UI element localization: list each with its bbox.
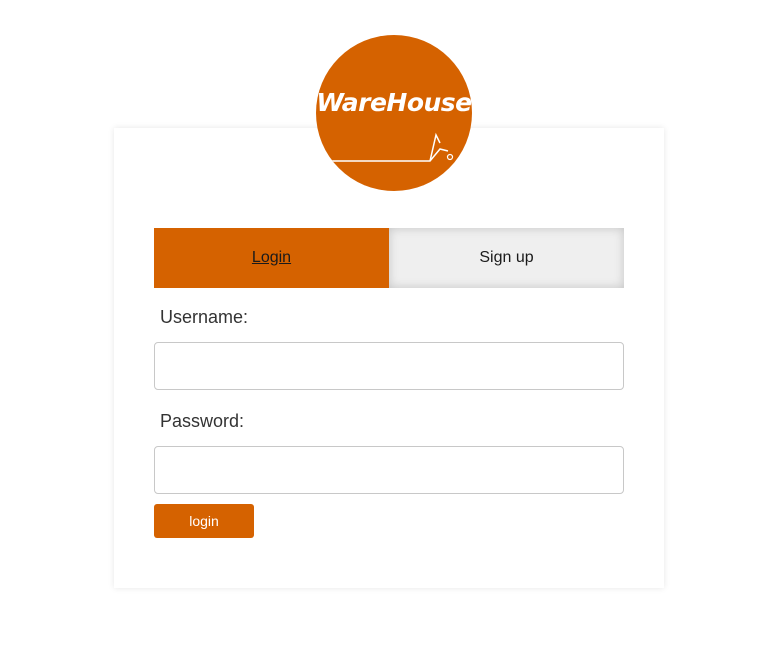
tab-sign-up[interactable]: Sign up [389,228,624,288]
password-input[interactable] [154,446,624,494]
auth-tabs: Login Sign up [154,228,624,288]
forklift-icon [332,132,454,162]
login-button[interactable]: login [154,504,254,538]
warehouse-logo: WareHouse [316,35,472,191]
username-label: Username: [160,307,249,327]
password-label: Password: [160,411,245,431]
username-input[interactable] [154,342,624,390]
tab-login[interactable]: Login [154,228,389,288]
login-page: WareHouse Login Sign up Username: Passwo… [0,0,772,662]
